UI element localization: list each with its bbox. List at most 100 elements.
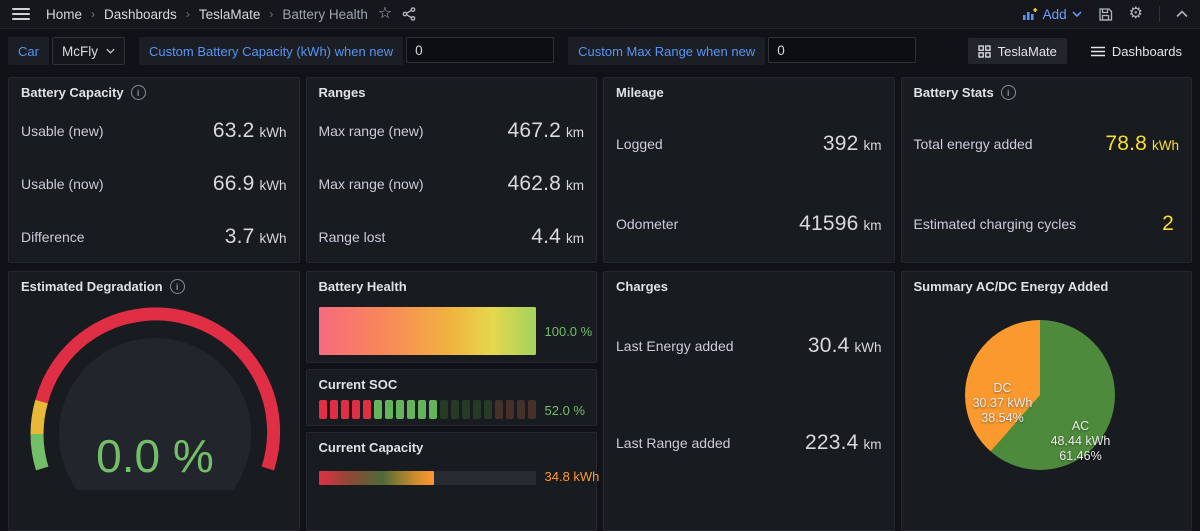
panel-mileage: Mileage Logged 392km Odometer 41596km [603, 77, 895, 263]
panel-summary-acdc: Summary AC/DC Energy Added DC 30.37 kWh … [901, 271, 1193, 531]
middle-panel-stack: Battery Health 100.0 % Current SOC 52.0 … [306, 271, 598, 531]
save-dashboard-icon[interactable] [1098, 7, 1113, 22]
stat-label: Logged [616, 136, 663, 152]
stat-label: Max range (new) [319, 123, 424, 139]
stat-label: Difference [21, 229, 85, 245]
car-variable-value: McFly [62, 44, 98, 59]
battery-health-fill [319, 307, 536, 355]
stat-row: Usable (now) 66.9kWh [21, 171, 287, 197]
panel-title[interactable]: Battery Health [319, 279, 407, 294]
settings-gear-icon[interactable]: ⚙ [1129, 6, 1143, 22]
pie-label-ac: AC 48.44 kWh 61.46% [1036, 419, 1126, 464]
breadcrumb: Home › Dashboards › TeslaMate › Battery … [46, 7, 368, 22]
soc-segment [462, 400, 470, 419]
gauge-value: 0.0 % [96, 430, 214, 482]
info-icon[interactable]: i [170, 279, 185, 294]
panel-title[interactable]: Current SOC [319, 377, 398, 392]
panel-battery-capacity: Battery Capacity i Usable (new) 63.2kWh … [8, 77, 300, 263]
stat-label: Last Range added [616, 435, 730, 451]
stat-row: Max range (now) 462.8km [319, 171, 585, 197]
soc-segment [341, 400, 349, 419]
divider [1159, 6, 1160, 22]
dashboard-grid: Battery Capacity i Usable (new) 63.2kWh … [0, 65, 1200, 531]
soc-segment [517, 400, 525, 419]
stat-value: 3.7kWh [225, 225, 287, 249]
custom-max-range-input[interactable] [768, 37, 916, 63]
add-button[interactable]: Add [1022, 7, 1082, 22]
dashboards-link-button[interactable]: Dashboards [1081, 38, 1192, 64]
share-icon[interactable] [402, 7, 416, 21]
soc-segment [352, 400, 360, 419]
breadcrumb-separator-icon: › [91, 7, 95, 21]
degradation-gauge: 0.0 % [9, 298, 299, 490]
panel-title[interactable]: Battery Stats i [914, 85, 1016, 100]
gauge-arc-yellow [37, 402, 42, 435]
panel-current-capacity: Current Capacity 34.8 kWh [306, 432, 598, 531]
stat-row: Last Range added 223.4km [616, 430, 882, 456]
custom-battery-capacity-label: Custom Battery Capacity (kWh) when new [139, 37, 403, 65]
car-variable: Car McFly [8, 37, 125, 65]
breadcrumb-separator-icon: › [186, 7, 190, 21]
panel-title[interactable]: Mileage [616, 85, 664, 100]
gauge-arc-green [37, 434, 42, 469]
add-panel-icon [1022, 7, 1038, 21]
star-icon[interactable]: ☆ [378, 6, 392, 22]
stat-value: 223.4km [805, 431, 882, 455]
add-button-label: Add [1043, 7, 1067, 22]
soc-segment [429, 400, 437, 419]
breadcrumb-dashboards[interactable]: Dashboards [104, 7, 177, 22]
stat-label: Total energy added [914, 136, 1033, 152]
breadcrumb-teslamate[interactable]: TeslaMate [199, 7, 261, 22]
stat-value: 467.2km [507, 119, 584, 143]
battery-health-value: 100.0 % [545, 324, 593, 339]
stat-label: Max range (now) [319, 176, 424, 192]
menu-icon[interactable] [12, 8, 30, 20]
panel-title[interactable]: Estimated Degradation i [21, 279, 185, 294]
stat-row: Total energy added 78.8kWh [914, 131, 1180, 157]
stat-label: Usable (new) [21, 123, 103, 139]
teslamate-link-button[interactable]: TeslaMate [968, 38, 1067, 64]
panel-current-soc: Current SOC 52.0 % [306, 369, 598, 426]
soc-segment [407, 400, 415, 419]
breadcrumb-home[interactable]: Home [46, 7, 82, 22]
custom-battery-capacity-variable: Custom Battery Capacity (kWh) when new [139, 37, 554, 65]
panel-title[interactable]: Summary AC/DC Energy Added [914, 279, 1109, 294]
soc-segment [363, 400, 371, 419]
soc-segment [484, 400, 492, 419]
stat-row: Max range (new) 467.2km [319, 118, 585, 144]
stat-label: Odometer [616, 216, 678, 232]
stat-value: 462.8km [507, 172, 584, 196]
stat-value: 2 [1162, 212, 1179, 236]
info-icon[interactable]: i [1001, 85, 1016, 100]
capacity-fill [319, 471, 434, 485]
dashboard-controls: Car McFly Custom Battery Capacity (kWh) … [8, 37, 1192, 65]
stat-label: Range lost [319, 229, 386, 245]
car-variable-dropdown[interactable]: McFly [52, 37, 125, 65]
panel-title[interactable]: Ranges [319, 85, 366, 100]
custom-battery-capacity-input[interactable] [406, 37, 554, 63]
info-icon[interactable]: i [131, 85, 146, 100]
custom-max-range-variable: Custom Max Range when new [568, 37, 916, 65]
panel-battery-health: Battery Health 100.0 % [306, 271, 598, 363]
stat-label: Usable (now) [21, 176, 103, 192]
battery-health-bargauge [319, 307, 536, 355]
stat-row: Odometer 41596km [616, 211, 882, 237]
soc-segment [418, 400, 426, 419]
stat-value: 78.8kWh [1105, 132, 1179, 156]
top-navbar: Home › Dashboards › TeslaMate › Battery … [0, 0, 1200, 29]
panel-title[interactable]: Current Capacity [319, 440, 424, 455]
breadcrumb-separator-icon: › [269, 7, 273, 21]
stat-row: Usable (new) 63.2kWh [21, 118, 287, 144]
soc-segments [319, 400, 536, 419]
current-capacity-bargauge [319, 471, 536, 485]
collapse-chevron-up-icon[interactable] [1176, 10, 1188, 18]
stat-value: 30.4kWh [808, 334, 882, 358]
soc-segment [495, 400, 503, 419]
panel-title[interactable]: Charges [616, 279, 668, 294]
soc-segment [528, 400, 536, 419]
soc-segment [330, 400, 338, 419]
panel-title[interactable]: Battery Capacity i [21, 85, 146, 100]
stat-value: 4.4km [531, 225, 584, 249]
soc-segment [440, 400, 448, 419]
teslamate-button-label: TeslaMate [998, 44, 1057, 59]
